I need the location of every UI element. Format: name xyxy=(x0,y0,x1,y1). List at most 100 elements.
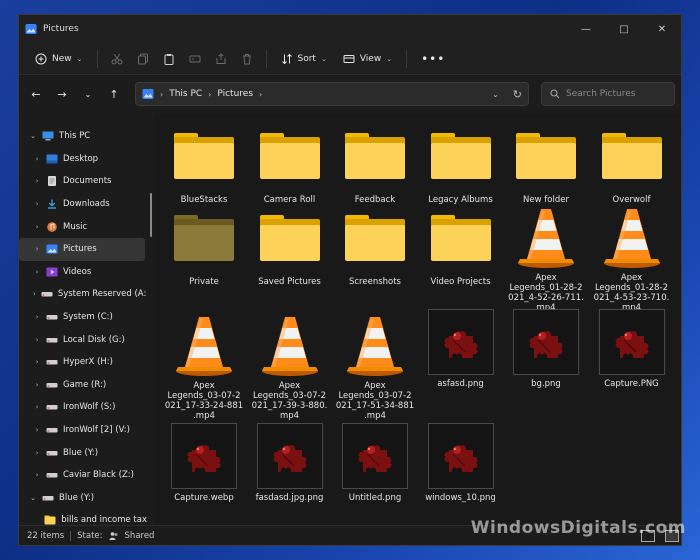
sidebar-item-local-disk-g[interactable]: › Local Disk (G:) xyxy=(19,328,147,351)
sidebar-item-desktop[interactable]: › Desktop xyxy=(19,148,147,171)
vlc-cone-icon xyxy=(505,207,587,269)
maximize-button[interactable]: □ xyxy=(605,15,643,43)
image-file-item[interactable]: Capture.PNG xyxy=(591,309,673,425)
file-name: Capture.webp xyxy=(174,493,234,503)
image-file-item[interactable]: Capture.webp xyxy=(163,423,245,539)
video-file-item[interactable]: Apex Legends_01-28-2 021_4-53-23-710. mp… xyxy=(591,207,673,317)
video-file-item[interactable]: Apex Legends_01-28-2 021_4-52-26-711. mp… xyxy=(505,207,587,317)
recent-locations-button[interactable]: ⌄ xyxy=(77,82,99,106)
search-icon xyxy=(550,89,560,99)
sidebar-item-system-c[interactable]: › System (C:) xyxy=(19,306,147,329)
address-bar[interactable]: › This PC › Pictures › ⌄ ↻ xyxy=(135,82,529,106)
sidebar-item-label: System (C:) xyxy=(63,312,113,323)
paste-icon[interactable] xyxy=(156,47,182,71)
chevron-right-icon[interactable]: › xyxy=(33,336,41,344)
sidebar-item-game-r[interactable]: › Game (R:) xyxy=(19,374,147,397)
sidebar-item-hyperx-h[interactable]: › HyperX (H:) xyxy=(19,351,147,374)
sidebar-item-blue-y[interactable]: › Blue (Y:) xyxy=(19,441,147,464)
sidebar-item-blue-y[interactable]: ⌄ Blue (Y:) xyxy=(19,487,147,510)
new-button[interactable]: New ⌄ xyxy=(27,47,91,71)
chevron-right-icon[interactable]: › xyxy=(33,245,41,253)
item-count: 22 items xyxy=(27,530,65,541)
file-name: Apex Legends_03-07-2 021_17-33-24-881 .m… xyxy=(164,381,244,421)
folder-icon xyxy=(420,207,502,269)
file-name: Overwolf xyxy=(612,195,651,205)
folder-item[interactable]: Screenshots xyxy=(334,207,416,317)
chevron-right-icon[interactable]: › xyxy=(33,449,41,457)
chevron-down-icon[interactable]: ⌄ xyxy=(29,494,37,502)
vlc-cone-icon xyxy=(163,315,245,377)
chevron-right-icon[interactable]: › xyxy=(33,358,41,366)
back-button[interactable]: ← xyxy=(25,82,47,106)
image-file-item[interactable]: Untitled.png xyxy=(334,423,416,539)
image-file-item[interactable]: fasdasd.jpg.png xyxy=(249,423,331,539)
folder-icon xyxy=(163,125,245,187)
sidebar-item-ironwolf-2-v[interactable]: › IronWolf [2] (V:) xyxy=(19,419,147,442)
delete-icon[interactable] xyxy=(234,47,260,71)
video-file-item[interactable]: Apex Legends_03-07-2 021_17-39-3-880. mp… xyxy=(249,315,331,425)
sidebar-item-pictures[interactable]: › Pictures xyxy=(19,237,145,261)
chevron-right-icon[interactable]: › xyxy=(33,200,41,208)
sort-button[interactable]: Sort ⌄ xyxy=(273,47,335,71)
image-file-item[interactable]: bg.png xyxy=(505,309,587,425)
documents-icon xyxy=(46,176,58,187)
folder-item[interactable]: Video Projects xyxy=(420,207,502,317)
drive-icon xyxy=(42,493,54,503)
navigation-scrollbar[interactable] xyxy=(147,113,155,527)
sidebar-item-videos[interactable]: › Videos xyxy=(19,261,147,284)
file-name: Apex Legends_03-07-2 021_17-39-3-880. mp… xyxy=(251,381,328,421)
chevron-down-icon[interactable]: ⌄ xyxy=(29,132,37,140)
chevron-right-icon[interactable]: › xyxy=(33,426,41,434)
chevron-right-icon[interactable]: › xyxy=(33,177,41,185)
close-button[interactable]: ✕ xyxy=(643,15,681,43)
more-options-button[interactable]: ••• xyxy=(413,47,453,71)
image-thumbnail xyxy=(420,423,502,489)
drive-icon xyxy=(41,289,53,299)
file-name: Untitled.png xyxy=(348,493,402,503)
sidebar-item-label: Local Disk (G:) xyxy=(63,334,125,345)
folder-item[interactable]: Saved Pictures xyxy=(249,207,331,317)
file-view: BlueStacks Camera Roll Feedback Legacy Albu… xyxy=(155,113,681,527)
chevron-right-icon[interactable]: › xyxy=(33,381,41,389)
sidebar-item-label: IronWolf (S:) xyxy=(63,402,116,413)
sidebar-item-label: This PC xyxy=(59,131,91,142)
chevron-right-icon[interactable]: › xyxy=(33,290,36,298)
sidebar-item-caviar-black-z[interactable]: › Caviar Black (Z:) xyxy=(19,464,147,487)
breadcrumb-pictures[interactable]: Pictures xyxy=(217,89,253,99)
sidebar-item-documents[interactable]: › Documents xyxy=(19,170,147,193)
sidebar-item-this-pc[interactable]: ⌄ This PC xyxy=(19,125,147,148)
sidebar-item-system-reserved-a[interactable]: › System Reserved (A:) xyxy=(19,283,147,306)
cut-icon[interactable] xyxy=(104,47,130,71)
drive-icon xyxy=(46,448,58,458)
chevron-right-icon[interactable]: › xyxy=(33,268,41,276)
address-history-chevron-icon[interactable]: ⌄ xyxy=(492,90,499,99)
up-button[interactable]: ↑ xyxy=(103,82,125,106)
breadcrumb-this-pc[interactable]: This PC xyxy=(169,89,202,99)
sidebar-item-ironwolf-s[interactable]: › IronWolf (S:) xyxy=(19,396,147,419)
vlc-cone-icon xyxy=(249,315,331,377)
sidebar-item-downloads[interactable]: › Downloads xyxy=(19,193,147,216)
image-thumbnail xyxy=(591,309,673,375)
refresh-icon[interactable]: ↻ xyxy=(513,88,522,101)
chevron-right-icon[interactable]: › xyxy=(33,155,41,163)
search-input[interactable] xyxy=(566,89,666,99)
scrollbar-thumb[interactable] xyxy=(150,193,152,237)
video-file-item[interactable]: Apex Legends_03-07-2 021_17-51-34-881 .m… xyxy=(334,315,416,425)
rename-icon[interactable] xyxy=(182,47,208,71)
chevron-right-icon[interactable]: › xyxy=(33,223,41,231)
search-box[interactable] xyxy=(541,82,675,106)
minimize-button[interactable]: — xyxy=(567,15,605,43)
forward-button[interactable]: → xyxy=(51,82,73,106)
chevron-right-icon[interactable]: › xyxy=(33,313,41,321)
image-file-item[interactable]: asfasd.png xyxy=(420,309,502,425)
chevron-right-icon[interactable]: › xyxy=(33,403,41,411)
view-button[interactable]: View ⌄ xyxy=(335,47,400,71)
folder-icon xyxy=(334,207,416,269)
folder-item[interactable]: Private xyxy=(163,207,245,317)
chevron-right-icon[interactable]: › xyxy=(33,471,41,479)
share-icon[interactable] xyxy=(208,47,234,71)
new-label: New xyxy=(52,53,72,64)
video-file-item[interactable]: Apex Legends_03-07-2 021_17-33-24-881 .m… xyxy=(163,315,245,425)
sidebar-item-music[interactable]: › Music xyxy=(19,215,147,238)
copy-icon[interactable] xyxy=(130,47,156,71)
